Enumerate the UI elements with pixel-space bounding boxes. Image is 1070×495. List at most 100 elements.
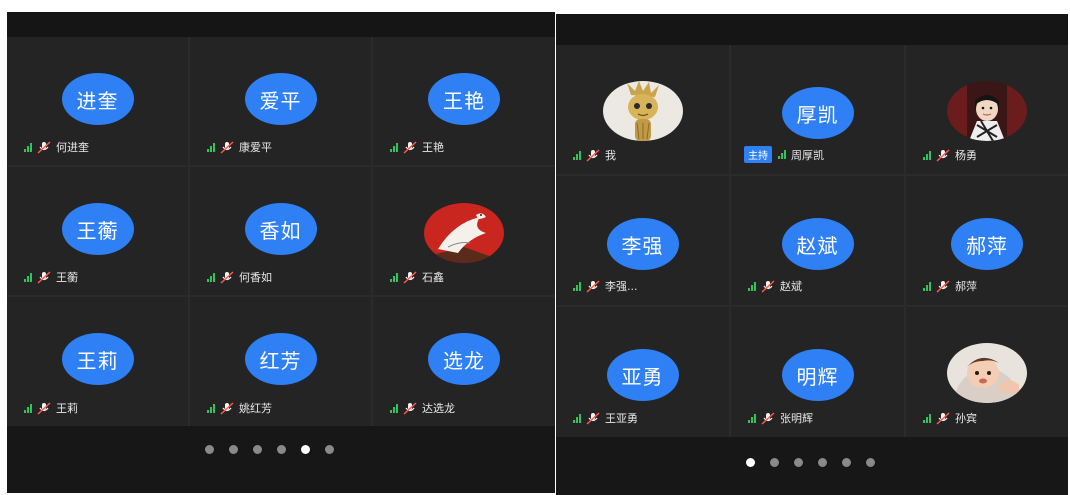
participant-name: 何香如	[239, 271, 272, 284]
mic-muted-icon	[586, 279, 600, 293]
page-dot[interactable]	[253, 445, 262, 454]
top-bar	[556, 14, 1068, 45]
participant-tile[interactable]: 郝萍 郝萍	[906, 176, 1068, 305]
participant-footer: 达选龙	[390, 400, 455, 416]
signal-icon	[24, 142, 32, 152]
avatar: 王蘅	[61, 203, 134, 255]
mic-muted-icon	[761, 411, 775, 425]
participant-footer: 李强...	[573, 278, 638, 294]
participant-tile[interactable]: 石鑫	[373, 167, 555, 295]
avatar: 亚勇	[606, 349, 679, 401]
participant-name: 郝萍	[955, 280, 977, 293]
participant-tile[interactable]: 香如 何香如	[190, 167, 371, 295]
avatar: 王艳	[428, 73, 500, 125]
participant-tile[interactable]: 明辉 张明辉	[731, 307, 904, 437]
signal-icon	[390, 403, 398, 413]
signal-icon	[207, 403, 215, 413]
participant-name: 我	[605, 149, 616, 162]
participant-footer: 王亚勇	[573, 410, 638, 426]
avatar: 厚凯	[781, 87, 854, 139]
mic-muted-icon	[586, 148, 600, 162]
avatar: 郝萍	[951, 218, 1023, 270]
participant-name: 王莉	[56, 402, 78, 415]
participant-tile[interactable]: 亚勇 王亚勇	[556, 307, 729, 437]
page-dot[interactable]	[229, 445, 238, 454]
avatar: 明辉	[781, 349, 854, 401]
signal-icon	[573, 150, 581, 160]
signal-icon	[207, 142, 215, 152]
participant-name: 杨勇	[955, 149, 977, 162]
participant-footer: 康爱平	[207, 139, 272, 155]
participant-tile[interactable]: 爱平 康爱平	[190, 37, 371, 165]
participant-tile[interactable]: 赵斌 赵斌	[731, 176, 904, 305]
participant-footer: 石鑫	[390, 269, 444, 285]
participant-tile[interactable]: 李强 李强...	[556, 176, 729, 305]
participant-grid: 我 厚凯 主持 周厚凯 杨勇 李强 李强... 赵斌 赵斌 郝萍 郝萍 亚勇 王…	[556, 45, 1068, 437]
page-dot[interactable]	[205, 445, 214, 454]
participant-tile[interactable]: 我	[556, 45, 729, 174]
participant-tile[interactable]: 王蘅 王蘅	[7, 167, 188, 295]
signal-icon	[24, 272, 32, 282]
eagle-painting-photo	[424, 203, 504, 263]
participant-tile[interactable]: 厚凯 主持 周厚凯	[731, 45, 904, 174]
page-dot[interactable]	[301, 445, 310, 454]
page-dot[interactable]	[794, 458, 803, 467]
participant-tile[interactable]: 杨勇	[906, 45, 1068, 174]
signal-icon	[748, 281, 756, 291]
page-dot[interactable]	[325, 445, 334, 454]
participant-footer: 我	[573, 147, 616, 163]
pagination-dots[interactable]	[205, 445, 334, 454]
participant-tile[interactable]: 王莉 王莉	[7, 297, 188, 426]
mic-muted-icon	[37, 401, 51, 415]
participant-name: 王蘅	[56, 271, 78, 284]
pagination-dots[interactable]	[746, 458, 875, 467]
participant-footer: 主持 周厚凯	[744, 146, 824, 163]
signal-icon	[24, 403, 32, 413]
participant-tile[interactable]: 选龙 达选龙	[373, 297, 555, 426]
page-dot[interactable]	[866, 458, 875, 467]
right-meeting-panel: 我 厚凯 主持 周厚凯 杨勇 李强 李强... 赵斌 赵斌 郝萍 郝萍 亚勇 王…	[556, 14, 1068, 495]
mic-muted-icon	[403, 140, 417, 154]
mic-muted-icon	[936, 148, 950, 162]
participant-name: 王艳	[422, 141, 444, 154]
mic-muted-icon	[936, 279, 950, 293]
participant-name: 孙宾	[955, 412, 977, 425]
avatar: 红芳	[244, 333, 317, 385]
avatar: 王莉	[61, 333, 134, 385]
avatar: 李强	[606, 218, 679, 270]
child-portrait-photo	[947, 81, 1027, 141]
participant-name: 李强...	[605, 280, 638, 293]
participant-footer: 杨勇	[923, 147, 977, 163]
mic-muted-icon	[220, 270, 234, 284]
participant-name: 石鑫	[422, 271, 444, 284]
signal-icon	[748, 413, 756, 423]
participant-name: 周厚凯	[791, 148, 824, 162]
page-dot[interactable]	[277, 445, 286, 454]
mic-muted-icon	[403, 270, 417, 284]
participant-tile[interactable]: 孙宾	[906, 307, 1068, 437]
baby-portrait-photo	[947, 343, 1027, 403]
participant-grid: 进奎 何进奎 爱平 康爱平 王艳 王艳 王蘅 王蘅 香如 何香如 石鑫 王莉 王…	[7, 37, 555, 426]
page-dot[interactable]	[842, 458, 851, 467]
avatar: 爱平	[244, 73, 317, 125]
participant-tile[interactable]: 进奎 何进奎	[7, 37, 188, 165]
signal-icon	[923, 281, 931, 291]
top-bar	[7, 12, 555, 37]
avatar: 选龙	[428, 333, 500, 385]
page-dot[interactable]	[770, 458, 779, 467]
mic-muted-icon	[761, 279, 775, 293]
participant-footer: 姚红芳	[207, 400, 272, 416]
mic-muted-icon	[220, 401, 234, 415]
page-dot[interactable]	[818, 458, 827, 467]
participant-footer: 何香如	[207, 269, 272, 285]
left-meeting-panel: 进奎 何进奎 爱平 康爱平 王艳 王艳 王蘅 王蘅 香如 何香如 石鑫 王莉 王…	[7, 12, 555, 493]
page-dot[interactable]	[746, 458, 755, 467]
mic-muted-icon	[37, 140, 51, 154]
participant-tile[interactable]: 红芳 姚红芳	[190, 297, 371, 426]
mic-muted-icon	[403, 401, 417, 415]
participant-footer: 王艳	[390, 139, 444, 155]
participant-name: 达选龙	[422, 402, 455, 415]
participant-name: 姚红芳	[239, 402, 272, 415]
participant-tile[interactable]: 王艳 王艳	[373, 37, 555, 165]
participant-footer: 何进奎	[24, 139, 89, 155]
